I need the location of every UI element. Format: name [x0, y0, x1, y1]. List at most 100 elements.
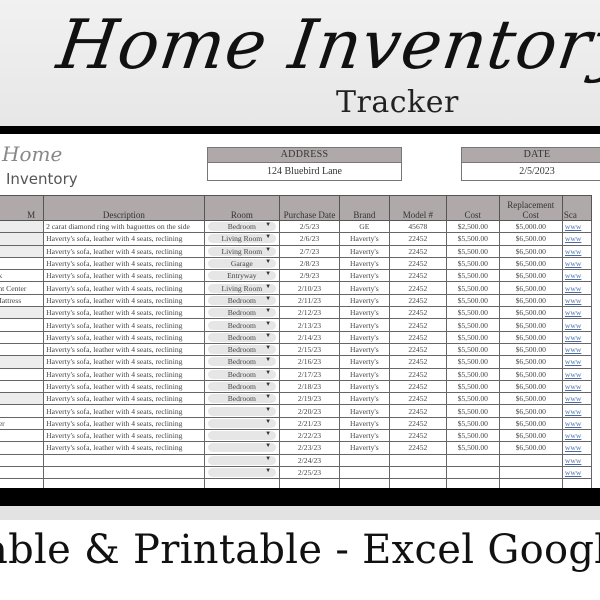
cell-replacement-cost[interactable]: $6,500.00	[498, 281, 563, 295]
cell-scan[interactable]: www	[561, 318, 593, 332]
cell-room[interactable]	[203, 478, 281, 488]
date-field[interactable]: 2/5/2023	[462, 163, 600, 180]
cell-scan[interactable]: www	[561, 392, 593, 406]
cell-purchase-date[interactable]: 2/10/23	[279, 281, 340, 295]
cell-cost[interactable]: $5,500.00	[445, 342, 500, 357]
cell-description[interactable]: Haverty's sofa, leather with 4 seats, re…	[43, 244, 205, 258]
room-dropdown[interactable]: Entryway ▼	[207, 271, 277, 281]
cell-item[interactable]	[0, 429, 45, 443]
cell-cost[interactable]	[445, 465, 500, 480]
scan-link[interactable]: www	[565, 419, 581, 428]
chevron-down-icon[interactable]: ▼	[265, 407, 271, 413]
cell-item[interactable]	[0, 306, 45, 320]
cell-room[interactable]: ▼	[203, 465, 281, 480]
cell-purchase-date[interactable]: 2/18/23	[279, 379, 340, 394]
room-dropdown[interactable]: Bedroom ▼	[207, 369, 277, 379]
cell-description[interactable]	[43, 453, 205, 467]
cell-cost[interactable]: $5,500.00	[445, 281, 500, 295]
cell-brand[interactable]: Haverty's	[338, 416, 390, 431]
cell-item[interactable]	[0, 379, 45, 394]
room-dropdown[interactable]: Bedroom ▼	[207, 382, 277, 391]
cell-scan[interactable]: www	[561, 330, 593, 344]
cell-description[interactable]: Haverty's sofa, leather with 4 seats, re…	[43, 404, 205, 418]
cell-item[interactable]: der	[0, 416, 45, 431]
cell-replacement-cost[interactable]: $6,500.00	[498, 330, 563, 344]
cell-room[interactable]: Bedroom ▼	[203, 330, 281, 344]
cell-brand[interactable]: Haverty's	[338, 379, 390, 394]
room-dropdown[interactable]: Living Room ▼	[207, 283, 277, 293]
cell-item[interactable]	[0, 478, 45, 488]
room-dropdown[interactable]: Living Room ▼	[207, 246, 277, 256]
room-dropdown[interactable]: ▼	[207, 431, 277, 441]
cell-model[interactable]: 22452	[388, 306, 447, 320]
cell-replacement-cost[interactable]: $5,000.00	[498, 219, 563, 234]
cell-scan[interactable]: www	[561, 306, 593, 320]
cell-purchase-date[interactable]: 2/11/23	[279, 293, 340, 308]
cell-purchase-date[interactable]: 2/6/23	[279, 232, 340, 246]
cell-room[interactable]: ▼	[203, 404, 281, 418]
cell-item[interactable]: ts	[0, 404, 45, 418]
cell-cost[interactable]: $5,500.00	[445, 404, 500, 418]
cell-brand[interactable]	[338, 465, 390, 480]
col-header-brand[interactable]: Brand	[338, 195, 390, 221]
cell-room[interactable]: ▼	[203, 453, 281, 467]
scan-link[interactable]: www	[565, 321, 581, 330]
cell-brand[interactable]	[338, 453, 390, 467]
cell-cost[interactable]: $5,500.00	[445, 330, 500, 344]
cell-item[interactable]	[0, 355, 45, 369]
cell-replacement-cost[interactable]: $6,500.00	[498, 379, 563, 394]
cell-scan[interactable]: www	[561, 453, 593, 467]
cell-brand[interactable]: Haverty's	[338, 306, 390, 320]
chevron-down-icon[interactable]: ▼	[265, 259, 271, 265]
scan-link[interactable]: www	[565, 234, 581, 243]
cell-description[interactable]: Haverty's sofa, leather with 4 seats, re…	[43, 342, 205, 357]
cell-purchase-date[interactable]: 2/24/23	[279, 453, 340, 467]
chevron-down-icon[interactable]: ▼	[265, 321, 271, 327]
cell-cost[interactable]: $5,500.00	[445, 416, 500, 431]
cell-scan[interactable]: www	[561, 232, 593, 246]
cell-model[interactable]: 22452	[388, 342, 447, 357]
cell-cost[interactable]: $5,500.00	[445, 306, 500, 320]
cell-scan[interactable]: www	[561, 342, 593, 357]
scan-link[interactable]: www	[565, 357, 581, 366]
cell-cost[interactable]: $5,500.00	[445, 367, 500, 381]
room-dropdown[interactable]: Garage ▼	[207, 259, 277, 269]
room-dropdown[interactable]: Living Room ▼	[207, 234, 277, 244]
scan-link[interactable]: www	[565, 345, 581, 354]
col-header-description[interactable]: Description	[43, 195, 205, 221]
cell-description[interactable]	[43, 465, 205, 480]
cell-brand[interactable]	[338, 478, 390, 488]
cell-room[interactable]: ▼	[203, 429, 281, 443]
chevron-down-icon[interactable]: ▼	[265, 431, 271, 437]
cell-description[interactable]: Haverty's sofa, leather with 4 seats, re…	[43, 269, 205, 283]
cell-cost[interactable]: $5,500.00	[445, 244, 500, 258]
cell-purchase-date[interactable]: 2/14/23	[279, 330, 340, 344]
cell-purchase-date[interactable]: 2/22/23	[279, 429, 340, 443]
room-dropdown[interactable]: Bedroom ▼	[207, 295, 277, 305]
chevron-down-icon[interactable]: ▼	[265, 370, 271, 376]
cell-description[interactable]: Haverty's sofa, leather with 4 seats, re…	[43, 379, 205, 394]
cell-model[interactable]: 22452	[388, 367, 447, 381]
cell-item[interactable]	[0, 392, 45, 406]
cell-replacement-cost[interactable]	[498, 465, 563, 480]
cell-model[interactable]: 22452	[388, 269, 447, 283]
cell-room[interactable]: Bedroom ▼	[203, 306, 281, 320]
cell-purchase-date[interactable]: 2/15/23	[279, 342, 340, 357]
cell-purchase-date[interactable]: 2/7/23	[279, 244, 340, 258]
cell-cost[interactable]: $2,500.00	[445, 219, 500, 234]
cell-description[interactable]: Haverty's sofa, leather with 4 seats, re…	[43, 416, 205, 431]
cell-replacement-cost[interactable]: $6,500.00	[498, 404, 563, 418]
cell-model[interactable]: 22452	[388, 429, 447, 443]
cell-room[interactable]: Bedroom ▼	[203, 293, 281, 308]
cell-purchase-date[interactable]: 2/12/23	[279, 306, 340, 320]
cell-description[interactable]: Haverty's sofa, leather with 4 seats, re…	[43, 318, 205, 332]
cell-purchase-date[interactable]: 2/9/23	[279, 269, 340, 283]
cell-model[interactable]: 22452	[388, 392, 447, 406]
cell-brand[interactable]: Haverty's	[338, 318, 390, 332]
chevron-down-icon[interactable]: ▼	[265, 443, 271, 449]
cell-model[interactable]: 22452	[388, 416, 447, 431]
cell-scan[interactable]	[561, 478, 593, 488]
cell-replacement-cost[interactable]: $6,500.00	[498, 269, 563, 283]
cell-cost[interactable]: $5,500.00	[445, 269, 500, 283]
cell-item[interactable]	[0, 441, 45, 455]
